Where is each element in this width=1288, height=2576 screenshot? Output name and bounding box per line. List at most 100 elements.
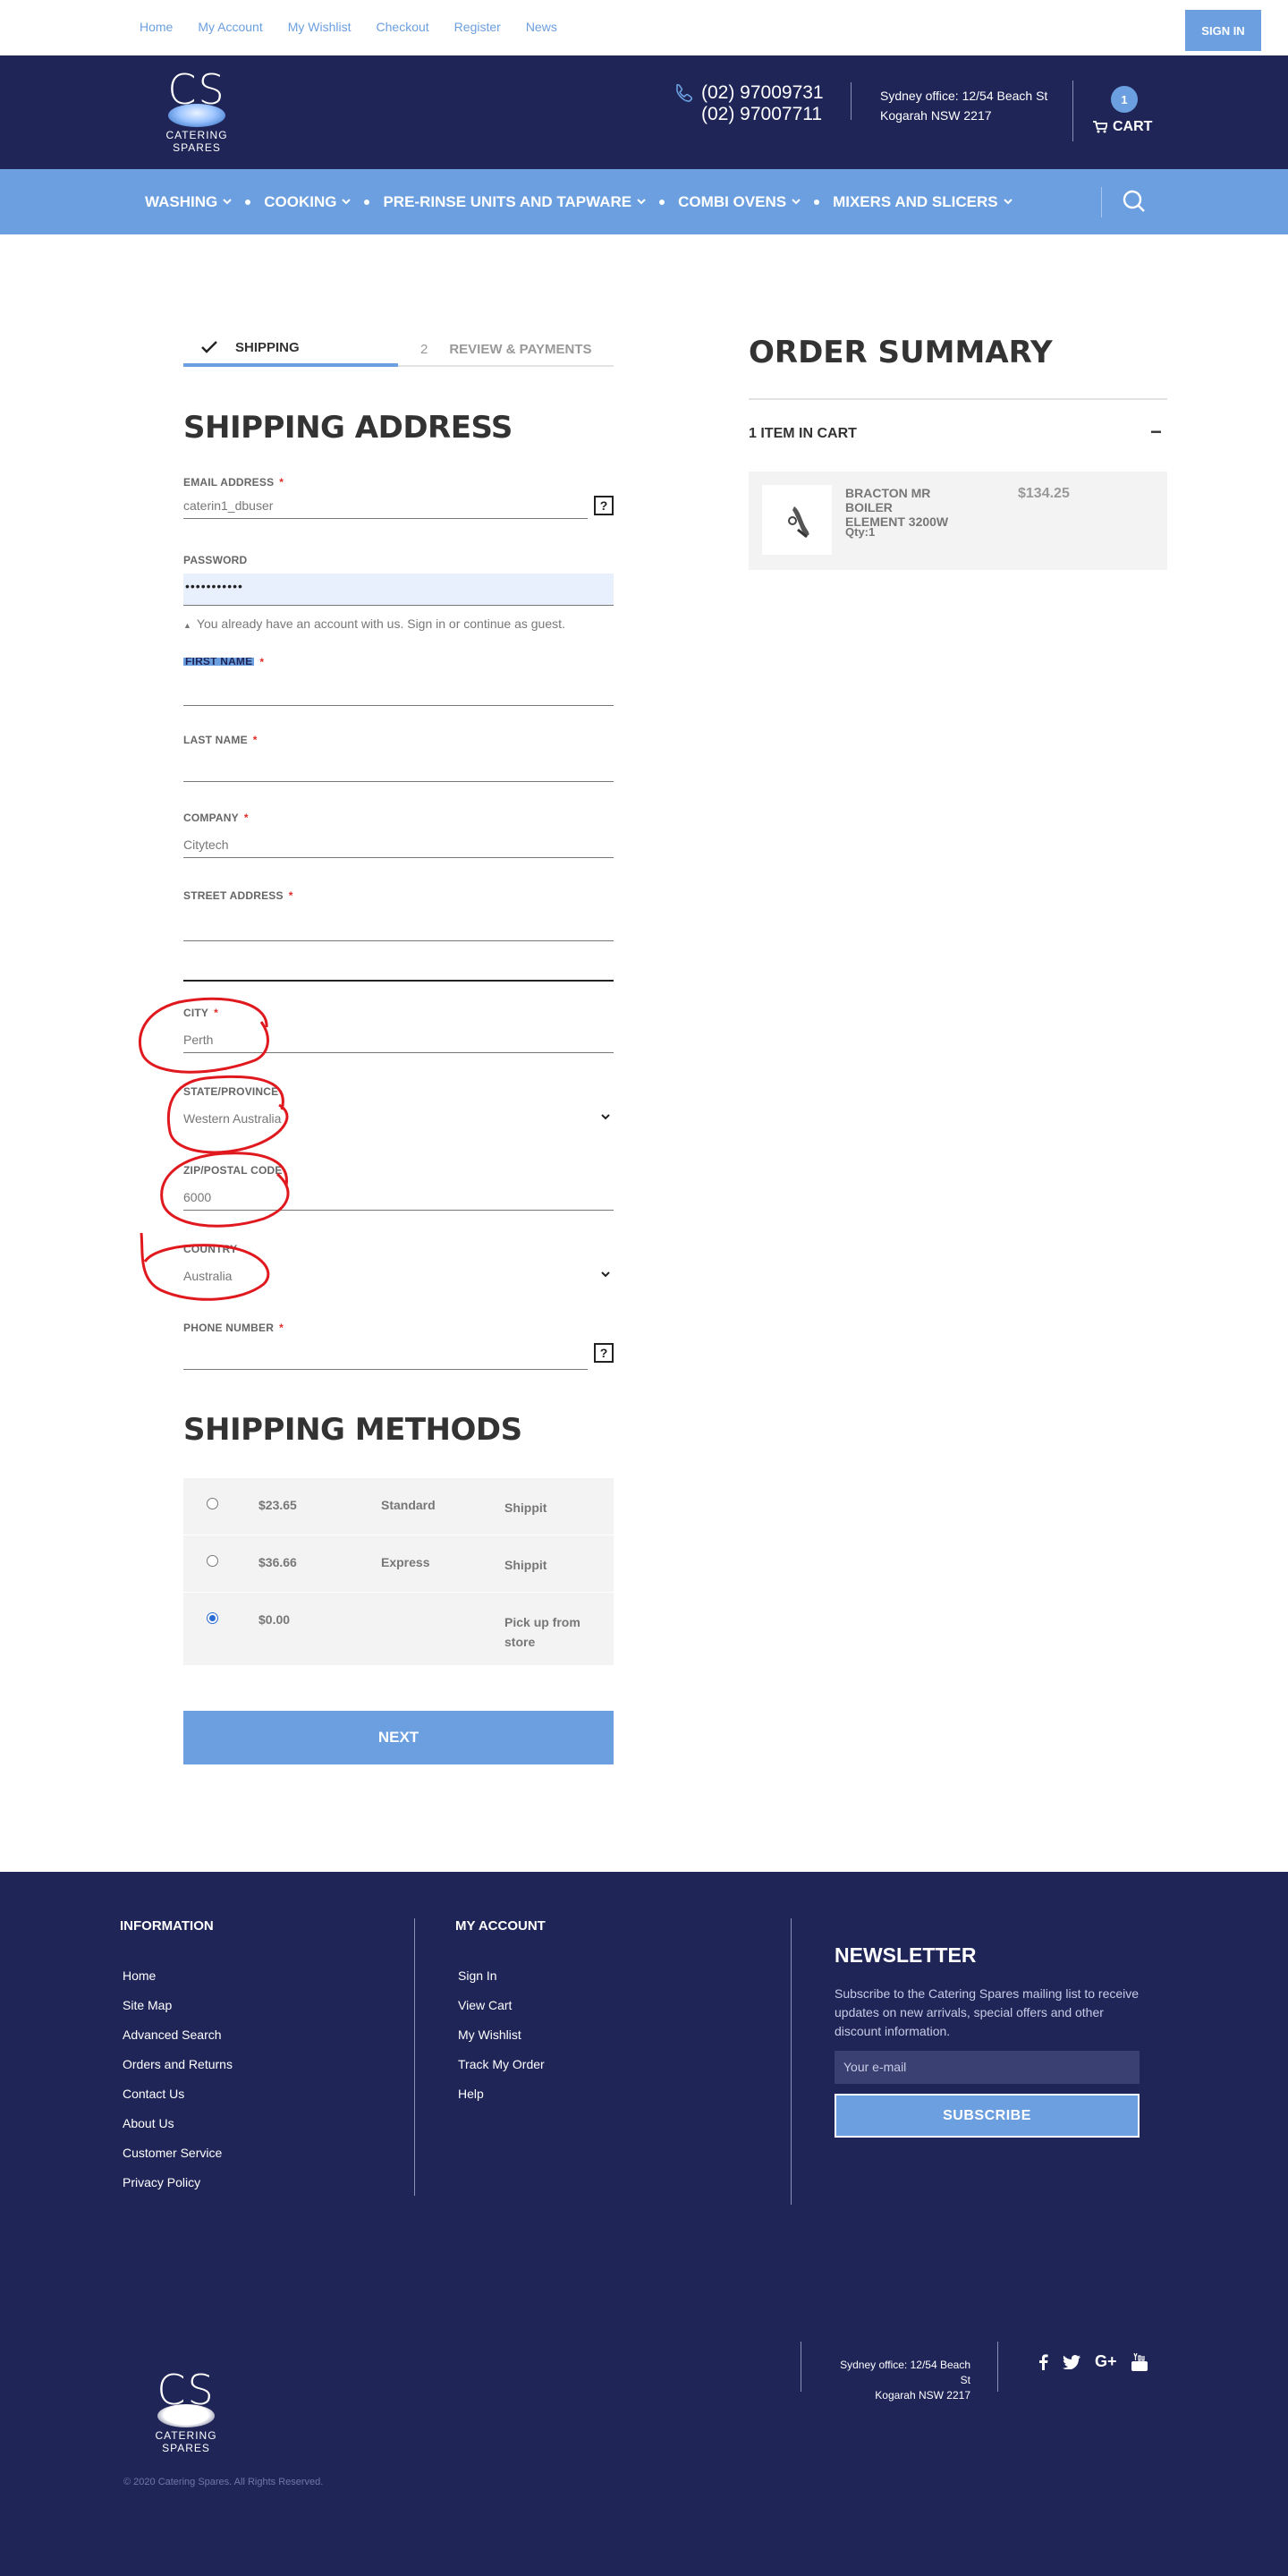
info-triangle-icon: ▲ bbox=[183, 621, 191, 630]
product-price: $134.25 bbox=[1018, 486, 1070, 501]
field-label: PASSWORD bbox=[183, 554, 248, 566]
footer-link-my-wishlist[interactable]: My Wishlist bbox=[458, 2020, 545, 2050]
chevron-down-icon bbox=[637, 199, 646, 205]
shipping-methods-title: SHIPPING METHODS bbox=[183, 1412, 522, 1448]
footer-link-track-order[interactable]: Track My Order bbox=[458, 2050, 545, 2079]
top-link-register[interactable]: Register bbox=[454, 20, 501, 34]
shipping-method-row[interactable]: $36.66 Express Shippit bbox=[183, 1535, 614, 1593]
newsletter-email-input[interactable]: Your e-mail bbox=[835, 2051, 1140, 2084]
help-icon[interactable]: ? bbox=[594, 496, 614, 515]
field-label: COMPANY bbox=[183, 812, 239, 824]
nav-item-pre-rinse[interactable]: PRE-RINSE UNITS AND TAPWARE bbox=[383, 193, 646, 211]
phone-input[interactable] bbox=[183, 1347, 588, 1370]
shipping-method-radio[interactable] bbox=[207, 1498, 218, 1509]
first-name-input[interactable] bbox=[183, 683, 614, 706]
footer-link-advanced-search[interactable]: Advanced Search bbox=[123, 2020, 233, 2050]
nav-item-washing[interactable]: WASHING bbox=[145, 193, 232, 211]
footer-divider bbox=[414, 1918, 415, 2196]
checkout-progress: SHIPPING 2 REVIEW & PAYMENTS bbox=[183, 331, 614, 367]
header-divider bbox=[851, 82, 852, 120]
state-field: STATE/PROVINCE Western Australia bbox=[183, 1085, 614, 1132]
note-text: You already have an account with us. Sig… bbox=[196, 616, 565, 631]
top-link-news[interactable]: News bbox=[526, 20, 557, 34]
step-review-payments[interactable]: 2 REVIEW & PAYMENTS bbox=[420, 331, 592, 367]
shipping-method-row[interactable]: $23.65 Standard Shippit bbox=[183, 1478, 614, 1535]
youtube-icon[interactable] bbox=[1131, 2352, 1148, 2371]
top-link-my-account[interactable]: My Account bbox=[198, 20, 262, 34]
product-name[interactable]: BRACTON MR BOILER ELEMENT 3200W bbox=[845, 486, 953, 529]
items-in-cart-label[interactable]: 1 ITEM IN CART bbox=[749, 426, 857, 442]
footer-link-sign-in[interactable]: Sign In bbox=[458, 1961, 545, 1991]
footer-link-customer-service[interactable]: Customer Service bbox=[123, 2138, 233, 2168]
email-input[interactable]: caterin1_dbuser bbox=[183, 496, 588, 519]
shipping-methods-table: $23.65 Standard Shippit $36.66 Express S… bbox=[183, 1478, 614, 1666]
nav-item-mixers-slicers[interactable]: MIXERS AND SLICERS bbox=[833, 193, 1013, 211]
newsletter-title: NEWSLETTER bbox=[835, 1943, 977, 1967]
office-line-2: Kogarah NSW 2217 bbox=[880, 108, 992, 123]
search-icon[interactable] bbox=[1120, 187, 1147, 214]
footer-link-home[interactable]: Home bbox=[123, 1961, 233, 1991]
country-select[interactable]: Australia bbox=[183, 1266, 614, 1289]
footer-link-contact-us[interactable]: Contact Us bbox=[123, 2079, 233, 2109]
google-plus-icon[interactable]: G+ bbox=[1095, 2352, 1117, 2371]
footer-link-site-map[interactable]: Site Map bbox=[123, 1991, 233, 2020]
footer-divider bbox=[997, 2342, 998, 2392]
next-button[interactable]: NEXT bbox=[183, 1711, 614, 1764]
sign-in-button[interactable]: SIGN IN bbox=[1185, 10, 1261, 51]
footer-link-orders-returns[interactable]: Orders and Returns bbox=[123, 2050, 233, 2079]
facebook-icon[interactable] bbox=[1039, 2353, 1048, 2370]
footer-link-view-cart[interactable]: View Cart bbox=[458, 1991, 545, 2020]
cart-link[interactable]: CART bbox=[1093, 119, 1152, 135]
shipping-method-radio-selected[interactable] bbox=[207, 1612, 218, 1624]
method-carrier: Pick up from store bbox=[504, 1615, 580, 1649]
field-label: CITY bbox=[183, 1007, 209, 1019]
country-selected-value: Australia bbox=[183, 1269, 233, 1283]
nav-item-cooking[interactable]: COOKING bbox=[264, 193, 352, 211]
required-mark: * bbox=[279, 476, 284, 489]
company-input[interactable]: Citytech bbox=[183, 835, 614, 858]
zip-input[interactable]: 6000 bbox=[183, 1187, 614, 1211]
top-link-home[interactable]: Home bbox=[140, 20, 173, 34]
collapse-toggle-icon[interactable]: − bbox=[1150, 421, 1162, 444]
chevron-down-icon bbox=[601, 1271, 610, 1278]
top-link-my-wishlist[interactable]: My Wishlist bbox=[288, 20, 352, 34]
field-label: LAST NAME bbox=[183, 734, 248, 746]
password-input[interactable]: ••••••••••• bbox=[183, 574, 614, 606]
nav-item-combi-ovens[interactable]: COMBI OVENS bbox=[678, 193, 801, 211]
field-label: COUNTRY bbox=[183, 1243, 238, 1255]
method-title: Express bbox=[381, 1555, 430, 1569]
email-field: EMAIL ADDRESS * caterin1_dbuser ? bbox=[183, 476, 614, 519]
city-input[interactable]: Perth bbox=[183, 1030, 614, 1053]
footer-link-privacy-policy[interactable]: Privacy Policy bbox=[123, 2168, 233, 2198]
phone-number-2[interactable]: (02) 97007711 bbox=[701, 104, 824, 125]
method-title: Standard bbox=[381, 1498, 436, 1512]
product-thumbnail bbox=[762, 485, 832, 555]
required-mark: * bbox=[243, 812, 249, 824]
street-address-line-1[interactable] bbox=[183, 914, 614, 941]
street-address-line-2[interactable] bbox=[183, 956, 614, 982]
chevron-down-icon bbox=[601, 1114, 610, 1120]
cart-count-badge[interactable]: 1 bbox=[1111, 86, 1138, 113]
step-shipping[interactable]: SHIPPING bbox=[183, 331, 398, 367]
shipping-method-row[interactable]: $0.00 Pick up from store bbox=[183, 1593, 614, 1666]
top-link-checkout[interactable]: Checkout bbox=[377, 20, 429, 34]
my-account-title: MY ACCOUNT bbox=[455, 1918, 546, 1934]
information-title: INFORMATION bbox=[120, 1918, 214, 1934]
phone-number-1[interactable]: (02) 97009731 bbox=[701, 82, 824, 104]
last-name-input[interactable] bbox=[183, 759, 614, 782]
footer-link-about-us[interactable]: About Us bbox=[123, 2109, 233, 2138]
help-icon[interactable]: ? bbox=[594, 1343, 614, 1363]
state-select[interactable]: Western Australia bbox=[183, 1109, 614, 1132]
field-label: EMAIL ADDRESS bbox=[183, 476, 275, 489]
subscribe-button[interactable]: SUBSCRIBE bbox=[835, 2094, 1140, 2138]
footer-link-help[interactable]: Help bbox=[458, 2079, 545, 2109]
password-field: PASSWORD ••••••••••• ▲ You already have a… bbox=[183, 554, 614, 631]
logo-mark: CS bbox=[167, 65, 226, 114]
cart-label: CART bbox=[1113, 119, 1153, 134]
twitter-icon[interactable] bbox=[1063, 2354, 1080, 2369]
site-logo[interactable]: CS CATERING SPARES bbox=[143, 68, 250, 154]
shipping-method-radio[interactable] bbox=[207, 1555, 218, 1567]
logo-text: CATERING SPARES bbox=[155, 2429, 217, 2454]
company-field: COMPANY * Citytech bbox=[183, 812, 614, 858]
footer-logo[interactable]: CS CATERING SPARES bbox=[132, 2368, 240, 2454]
